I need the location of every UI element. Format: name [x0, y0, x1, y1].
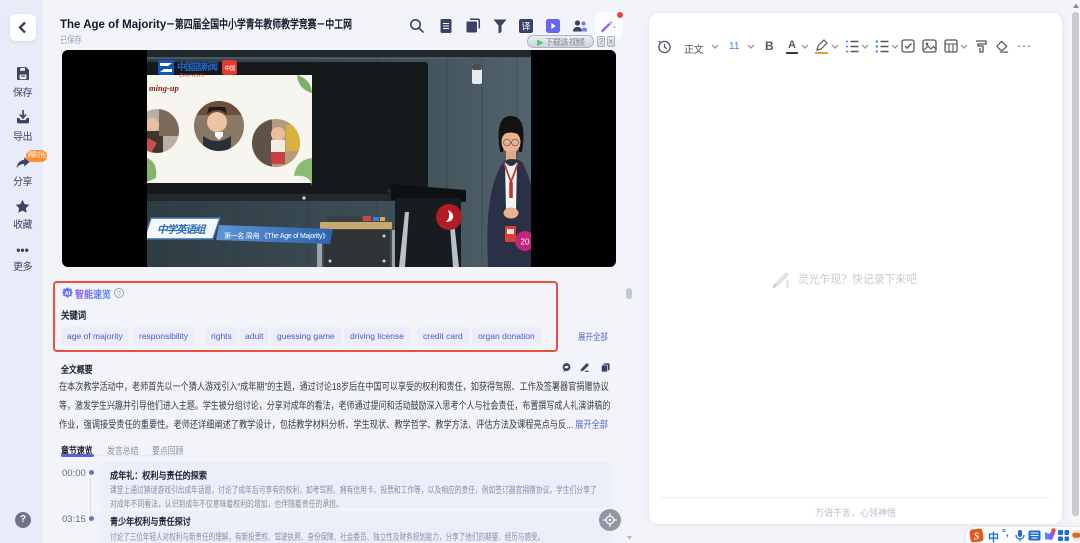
svg-text:ZMG NEWS: ZMG NEWS	[179, 73, 204, 78]
svg-text:第一名 周甪 《The Age of Majority》: 第一名 周甪 《The Age of Majority》	[224, 231, 329, 240]
svg-text:AI: AI	[65, 291, 71, 297]
svg-text:中国蓝新闻: 中国蓝新闻	[177, 61, 218, 72]
svg-text:中国: 中国	[224, 65, 235, 73]
svg-text:译: 译	[521, 22, 530, 32]
svg-text:中学英语组: 中学英语组	[157, 223, 207, 236]
svg-text:S: S	[974, 532, 980, 543]
svg-text:20: 20	[521, 238, 530, 247]
svg-text:ming-up: ming-up	[149, 83, 179, 93]
